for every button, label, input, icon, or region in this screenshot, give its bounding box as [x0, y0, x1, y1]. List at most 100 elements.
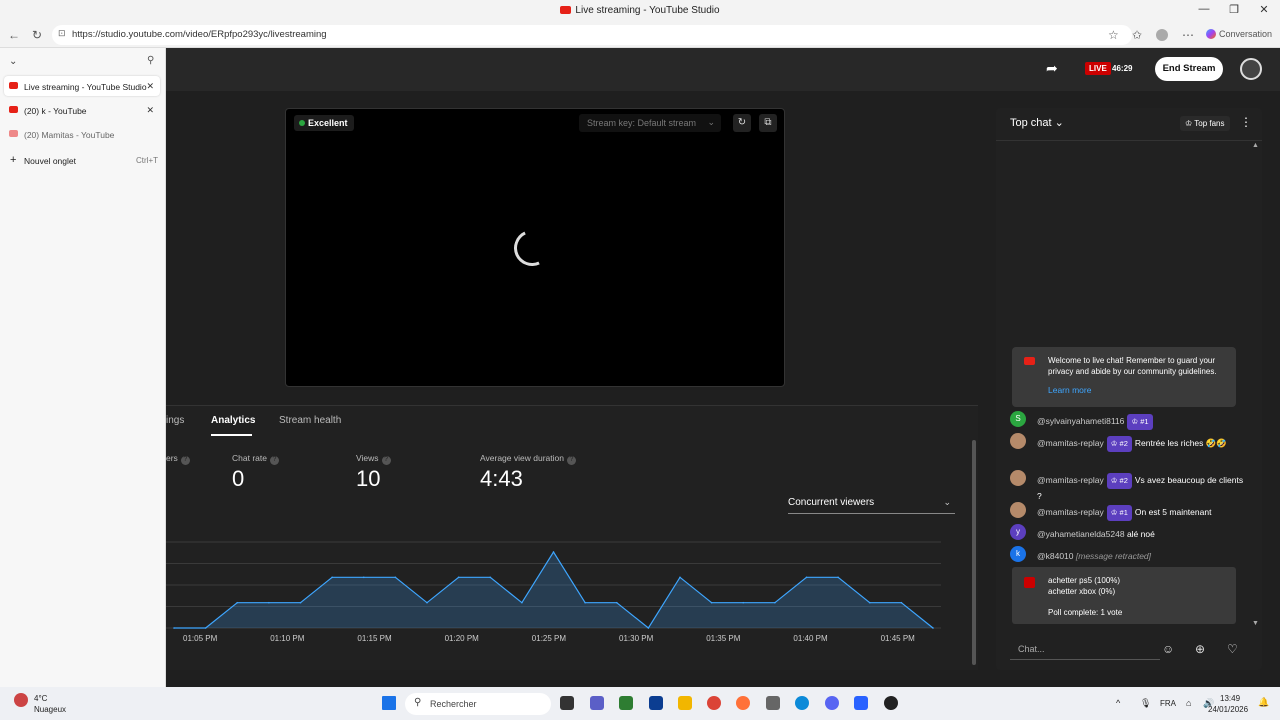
chat-author[interactable]: @sylvainyahameti8116	[1037, 416, 1124, 426]
maximize-button[interactable]: ❐	[1224, 3, 1244, 16]
language-indicator[interactable]: FRA	[1160, 699, 1176, 708]
help-icon[interactable]: ?	[269, 456, 279, 465]
heart-icon[interactable]: ♡	[1227, 642, 1238, 656]
chat-author[interactable]: @mamitas-replay	[1037, 438, 1104, 448]
poll-result: achetter ps5 (100%) achetter xbox (0%) P…	[1012, 567, 1236, 624]
minimize-button[interactable]: —	[1194, 3, 1214, 15]
data-point	[173, 627, 175, 629]
file-explorer-icon[interactable]	[678, 696, 692, 710]
help-icon[interactable]: ?	[566, 456, 576, 465]
app-icon[interactable]	[884, 696, 898, 710]
store-icon[interactable]	[619, 696, 633, 710]
avatar[interactable]	[1010, 433, 1026, 449]
search-icon: ⚲	[414, 697, 422, 708]
site-info-icon[interactable]: ⊡	[58, 28, 66, 39]
chat-author[interactable]: @mamitas-replay	[1037, 475, 1104, 485]
chat-more-icon[interactable]: ⋮	[1240, 115, 1252, 129]
network-icon[interactable]: ⌂	[1186, 698, 1191, 708]
edge-icon[interactable]	[795, 696, 809, 710]
emoji-icon[interactable]: ☺	[1162, 642, 1174, 656]
discord-icon[interactable]	[825, 696, 839, 710]
new-tab-button[interactable]: + Nouvel onglet Ctrl+T	[4, 150, 160, 170]
collapse-tabs-icon[interactable]: ⌄	[9, 56, 17, 67]
refresh-stream-icon[interactable]: ↻	[733, 114, 751, 132]
avatar[interactable]	[1010, 470, 1026, 486]
teams-icon[interactable]	[590, 696, 604, 710]
help-icon[interactable]: ?	[180, 456, 190, 465]
crown-icon: ♔	[1185, 119, 1195, 128]
stat-chat-rate-label: Chat rate?	[232, 453, 279, 465]
data-point	[615, 601, 618, 604]
app-icon[interactable]	[854, 696, 868, 710]
avatar[interactable]: y	[1010, 524, 1026, 540]
task-view-icon[interactable]	[560, 696, 574, 710]
scroll-up-icon[interactable]: ▲	[1252, 142, 1259, 149]
account-avatar[interactable]	[1240, 58, 1262, 80]
learn-more-link[interactable]: Learn more	[1048, 385, 1228, 396]
share-icon[interactable]: ➦	[1046, 60, 1058, 77]
top-fans-button[interactable]: ♔ Top fans	[1180, 116, 1230, 131]
start-icon[interactable]	[382, 696, 396, 710]
avatar[interactable]: k	[1010, 546, 1026, 562]
end-stream-button[interactable]: End Stream	[1155, 57, 1223, 81]
chat-author[interactable]: @mamitas-replay	[1037, 507, 1104, 517]
scroll-down-icon[interactable]: ▼	[1252, 620, 1259, 627]
firefox-icon[interactable]	[736, 696, 750, 710]
back-icon[interactable]: ←	[8, 28, 20, 42]
tab-item-studio[interactable]: Live streaming - YouTube Studio ✕	[4, 76, 160, 96]
data-point	[679, 576, 681, 579]
chrome-icon[interactable]	[707, 696, 721, 710]
tray-expand-icon[interactable]: ^	[1116, 698, 1120, 708]
youtube-tab-icon	[9, 130, 18, 137]
x-tick-label: 01:35 PM	[706, 634, 741, 643]
chat-author[interactable]: @yahametianelda5248	[1037, 529, 1125, 539]
help-icon[interactable]: ?	[381, 456, 391, 465]
data-point	[837, 576, 839, 579]
favorite-star-icon[interactable]: ☆	[1108, 28, 1119, 42]
url-field[interactable]: ⊡ https://studio.youtube.com/video/ERpfp…	[52, 25, 1132, 45]
favorites-icon[interactable]: ✩	[1132, 28, 1142, 42]
chat-text: On est 5 maintenant	[1134, 507, 1212, 517]
chat-mode-dropdown[interactable]: Top chat ⌄	[1010, 116, 1064, 129]
close-window-button[interactable]: ✕	[1254, 3, 1274, 16]
microphone-icon[interactable]: 🎙	[1140, 698, 1151, 709]
youtube-tab-icon	[9, 106, 18, 113]
notification-icon[interactable]: 🔔	[1258, 697, 1269, 708]
copy-icon[interactable]: ⧉	[759, 114, 777, 132]
weather-icon[interactable]	[14, 693, 28, 707]
stream-key-dropdown[interactable]: Stream key: Default stream ⌄	[579, 114, 721, 132]
tab-settings[interactable]: ings	[166, 415, 184, 426]
profile-icon[interactable]	[1156, 29, 1168, 41]
add-icon[interactable]: ⊕	[1195, 642, 1205, 656]
data-point	[900, 601, 903, 604]
analytics-scrollbar[interactable]	[972, 440, 976, 665]
close-tab-icon[interactable]: ✕	[146, 105, 154, 116]
clock-time[interactable]: 13:49	[1220, 694, 1240, 703]
clock-date[interactable]: 24/01/2026	[1208, 705, 1248, 714]
avatar[interactable]	[1010, 502, 1026, 518]
metric-dropdown[interactable]: Concurrent viewers ⌄	[788, 497, 955, 514]
app-icon[interactable]	[649, 696, 663, 710]
fan-rank-badge: ♔ #2	[1106, 436, 1132, 452]
snipping-icon[interactable]	[766, 696, 780, 710]
taskbar-search[interactable]: ⚲ Rechercher	[405, 693, 551, 715]
refresh-icon[interactable]: ↻	[32, 28, 42, 42]
chat-input[interactable]: Chat...	[1010, 638, 1160, 660]
stat-avg-duration-value: 4:43	[480, 466, 523, 491]
pin-icon[interactable]: ⚲	[147, 55, 154, 66]
chevron-down-icon: ⌄	[943, 497, 951, 507]
status-dot	[299, 120, 305, 126]
copilot-button[interactable]: Conversation	[1206, 29, 1272, 39]
chat-author[interactable]: @k84010	[1037, 551, 1074, 561]
tab-item-k[interactable]: (20) k - YouTube ✕	[4, 100, 160, 120]
tab-item-mamitas[interactable]: (20) Mamitas - YouTube	[4, 124, 160, 144]
tab-analytics[interactable]: Analytics	[211, 415, 255, 426]
close-tab-icon[interactable]: ✕	[146, 81, 154, 92]
address-bar-row: ← ↻ ⊡ https://studio.youtube.com/video/E…	[0, 22, 1280, 48]
tab-stream-health[interactable]: Stream health	[279, 415, 341, 426]
data-point	[932, 627, 934, 629]
stat-label-text: ers	[166, 453, 178, 463]
avatar[interactable]: S	[1010, 411, 1026, 427]
data-point	[236, 601, 239, 604]
more-icon[interactable]: ⋯	[1182, 28, 1194, 42]
